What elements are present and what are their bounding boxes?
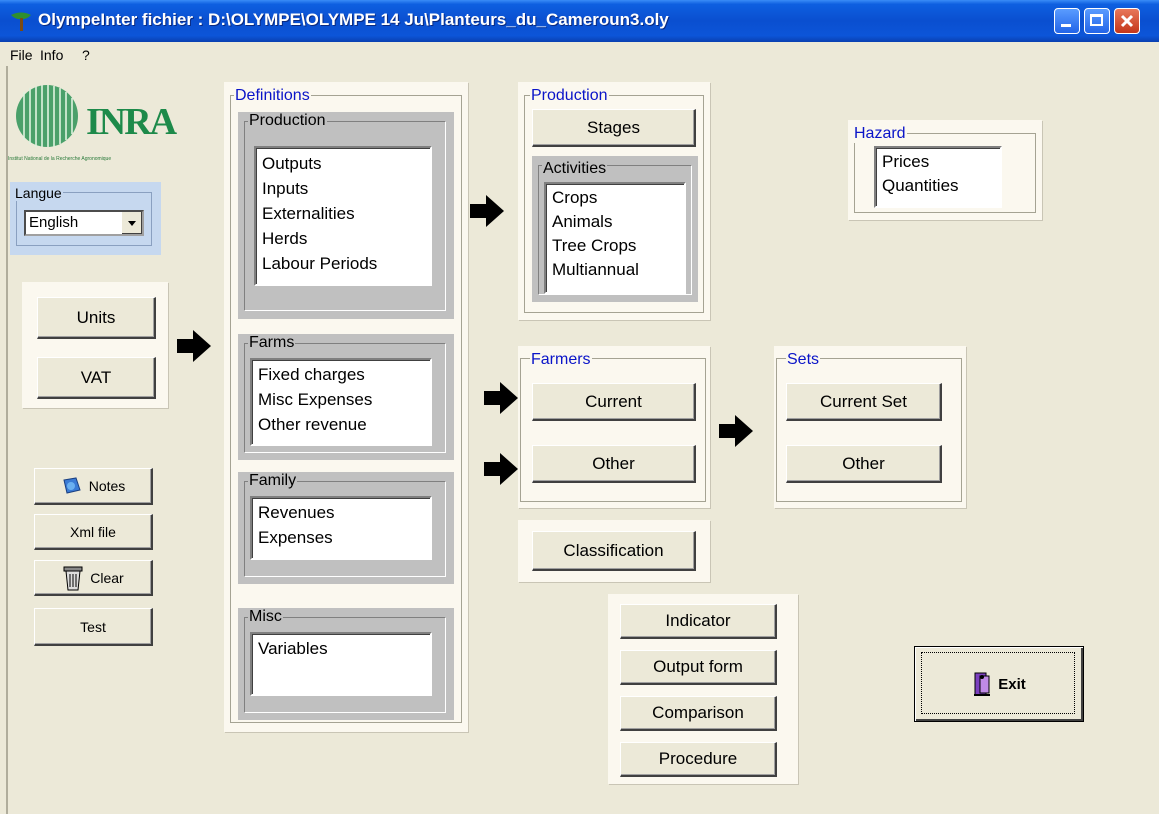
menu-bar	[0, 42, 1159, 66]
menu-help[interactable]: ?	[82, 47, 90, 63]
list-item[interactable]: Revenues	[252, 500, 430, 525]
other-set-button[interactable]: Other	[786, 445, 942, 483]
minimize-button[interactable]	[1054, 8, 1080, 34]
production-definitions-title: Production	[248, 112, 327, 130]
arrow-right-icon	[719, 415, 753, 447]
production-panel: Production Stages Activities Crops Anima…	[518, 82, 710, 320]
list-item[interactable]: Herds	[256, 226, 430, 251]
activities-title: Activities	[542, 160, 608, 178]
window-title: OlympeInter fichier : D:\OLYMPE\OLYMPE 1…	[38, 10, 669, 29]
production-definitions-group: Production Outputs Inputs Externalities …	[238, 112, 454, 319]
close-button[interactable]	[1114, 8, 1140, 34]
list-item[interactable]: Multiannual	[546, 258, 684, 282]
current-set-button[interactable]: Current Set	[786, 383, 942, 421]
maximize-icon	[1090, 14, 1103, 26]
comparison-button[interactable]: Comparison	[620, 696, 777, 731]
arrow-right-icon	[470, 195, 504, 227]
inra-caption: Institut National de la Recherche Agrono…	[8, 156, 112, 162]
stages-button[interactable]: Stages	[532, 109, 696, 147]
language-select[interactable]: English	[24, 210, 144, 236]
clear-label: Clear	[90, 569, 124, 586]
language-panel: Langue English	[10, 182, 161, 255]
list-item[interactable]: Inputs	[256, 176, 430, 201]
family-group: Family Revenues Expenses	[238, 472, 454, 584]
classification-button[interactable]: Classification	[532, 531, 696, 571]
inra-globe-icon	[16, 85, 78, 147]
language-selected-value: English	[29, 214, 79, 231]
list-item[interactable]: Expenses	[252, 525, 430, 550]
farms-group: Farms Fixed charges Misc Expenses Other …	[238, 334, 454, 460]
minimize-icon	[1061, 24, 1071, 27]
definitions-title: Definitions	[234, 87, 311, 105]
notes-icon	[63, 477, 81, 494]
activities-list[interactable]: Crops Animals Tree Crops Multiannual	[544, 182, 686, 294]
tree-app-icon	[11, 12, 31, 31]
farms-title: Farms	[248, 334, 296, 352]
list-item[interactable]: Variables	[252, 636, 430, 661]
maximize-button[interactable]	[1084, 8, 1110, 34]
list-item[interactable]: Crops	[546, 186, 684, 210]
misc-title: Misc	[248, 608, 283, 626]
list-item[interactable]: Prices	[876, 150, 1000, 174]
definitions-panel: Definitions Production Outputs Inputs Ex…	[224, 82, 468, 732]
test-button[interactable]: Test	[34, 608, 153, 646]
sets-title: Sets	[786, 351, 821, 369]
inra-logo-text: INRA	[86, 101, 177, 143]
hazard-title: Hazard	[853, 125, 907, 143]
farmers-panel: Farmers Current Other	[518, 346, 710, 508]
misc-list[interactable]: Variables	[250, 632, 432, 696]
procedure-button[interactable]: Procedure	[620, 742, 777, 777]
xml-file-button[interactable]: Xml file	[34, 514, 153, 550]
production-definitions-list[interactable]: Outputs Inputs Externalities Herds Labou…	[254, 146, 432, 286]
language-label: Langue	[14, 185, 63, 201]
trash-icon	[63, 566, 83, 590]
list-item[interactable]: Quantities	[876, 174, 1000, 198]
focus-rect	[921, 652, 1075, 714]
farms-list[interactable]: Fixed charges Misc Expenses Other revenu…	[250, 358, 432, 446]
list-item[interactable]: Outputs	[256, 151, 430, 176]
activities-group: Activities Crops Animals Tree Crops Mult…	[532, 156, 698, 302]
other-farmer-button[interactable]: Other	[532, 445, 696, 483]
inra-logo: INRA Institut National de la Recherche A…	[8, 82, 177, 170]
exit-button[interactable]: Exit	[914, 646, 1084, 722]
chevron-down-icon	[128, 221, 136, 226]
list-item[interactable]: Labour Periods	[256, 251, 430, 276]
farmers-title: Farmers	[530, 351, 592, 369]
notes-label: Notes	[88, 478, 126, 494]
menu-file[interactable]: File	[10, 47, 33, 63]
list-item[interactable]: Tree Crops	[546, 234, 684, 258]
list-item[interactable]: Other revenue	[252, 412, 430, 437]
current-farmer-button[interactable]: Current	[532, 383, 696, 421]
arrow-right-icon	[177, 330, 211, 362]
list-item[interactable]: Fixed charges	[252, 362, 430, 387]
arrow-right-icon	[484, 382, 518, 414]
vat-button[interactable]: VAT	[37, 357, 156, 399]
sets-panel: Sets Current Set Other	[774, 346, 966, 508]
units-button[interactable]: Units	[37, 297, 156, 339]
clear-button[interactable]: Clear	[34, 560, 153, 596]
list-item[interactable]: Externalities	[256, 201, 430, 226]
output-form-button[interactable]: Output form	[620, 650, 777, 685]
arrow-right-icon	[484, 453, 518, 485]
misc-group: Misc Variables	[238, 608, 454, 720]
hazard-panel: Hazard Prices Quantities	[848, 120, 1042, 220]
window-border	[6, 66, 8, 814]
indicator-button[interactable]: Indicator	[620, 604, 777, 639]
family-list[interactable]: Revenues Expenses	[250, 496, 432, 560]
production-title: Production	[530, 87, 609, 105]
hazard-list[interactable]: Prices Quantities	[874, 146, 1002, 208]
dropdown-button[interactable]	[121, 212, 142, 234]
list-item[interactable]: Misc Expenses	[252, 387, 430, 412]
close-icon	[1120, 14, 1134, 28]
family-title: Family	[248, 472, 298, 490]
notes-button[interactable]: Notes	[34, 468, 153, 505]
menu-info[interactable]: Info	[40, 47, 63, 63]
list-item[interactable]: Animals	[546, 210, 684, 234]
